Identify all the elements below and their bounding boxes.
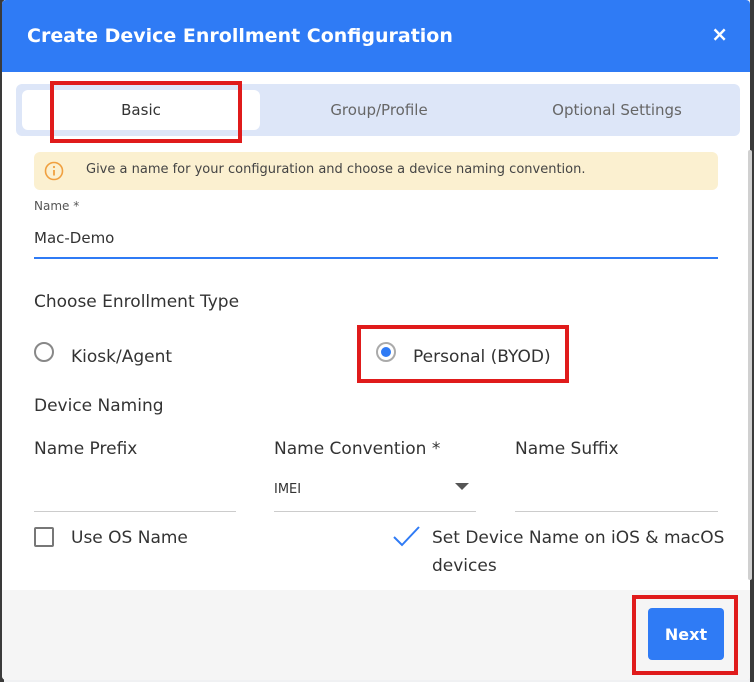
checkmark-icon[interactable] — [392, 524, 422, 548]
tab-bar: Basic Group/Profile Optional Settings — [16, 84, 740, 136]
dialog-footer — [2, 590, 750, 680]
name-input-underline — [34, 257, 718, 259]
info-icon — [44, 161, 64, 181]
device-naming-heading: Device Naming — [34, 396, 164, 416]
enrollment-dialog: Create Device Enrollment Configuration ×… — [2, 0, 750, 680]
name-label: Name * — [34, 199, 80, 213]
radio-kiosk-agent[interactable] — [34, 342, 54, 362]
close-icon[interactable]: × — [711, 22, 728, 46]
name-suffix-input[interactable] — [515, 511, 718, 512]
name-prefix-label: Name Prefix — [34, 439, 138, 459]
name-input[interactable]: Mac-Demo — [34, 229, 114, 247]
name-convention-label: Name Convention * — [274, 439, 441, 459]
tab-optional-settings[interactable]: Optional Settings — [502, 84, 732, 136]
dialog-header: Create Device Enrollment Configuration × — [2, 0, 750, 72]
use-os-name-label: Use OS Name — [71, 528, 188, 548]
name-convention-select[interactable]: IMEI — [274, 482, 301, 497]
name-convention-underline — [274, 511, 476, 512]
tab-group-profile[interactable]: Group/Profile — [264, 84, 494, 136]
scrollbar[interactable] — [748, 150, 752, 580]
name-prefix-input[interactable] — [34, 511, 236, 512]
chevron-down-icon[interactable] — [455, 483, 469, 490]
name-suffix-label: Name Suffix — [515, 439, 619, 459]
use-os-name-checkbox[interactable] — [34, 527, 54, 547]
enrollment-type-heading: Choose Enrollment Type — [34, 292, 240, 312]
dialog-title: Create Device Enrollment Configuration — [27, 25, 453, 47]
set-device-name-label-line2: devices — [432, 556, 497, 576]
radio-personal-byod-label: Personal (BYOD) — [413, 347, 551, 367]
tab-basic[interactable]: Basic — [22, 90, 260, 130]
info-banner: Give a name for your configuration and c… — [34, 152, 718, 190]
radio-personal-byod[interactable] — [376, 342, 396, 362]
radio-kiosk-agent-label: Kiosk/Agent — [71, 347, 173, 367]
next-button[interactable]: Next — [648, 608, 724, 660]
info-text: Give a name for your configuration and c… — [86, 162, 586, 177]
set-device-name-label: Set Device Name on iOS & macOS — [432, 528, 725, 548]
